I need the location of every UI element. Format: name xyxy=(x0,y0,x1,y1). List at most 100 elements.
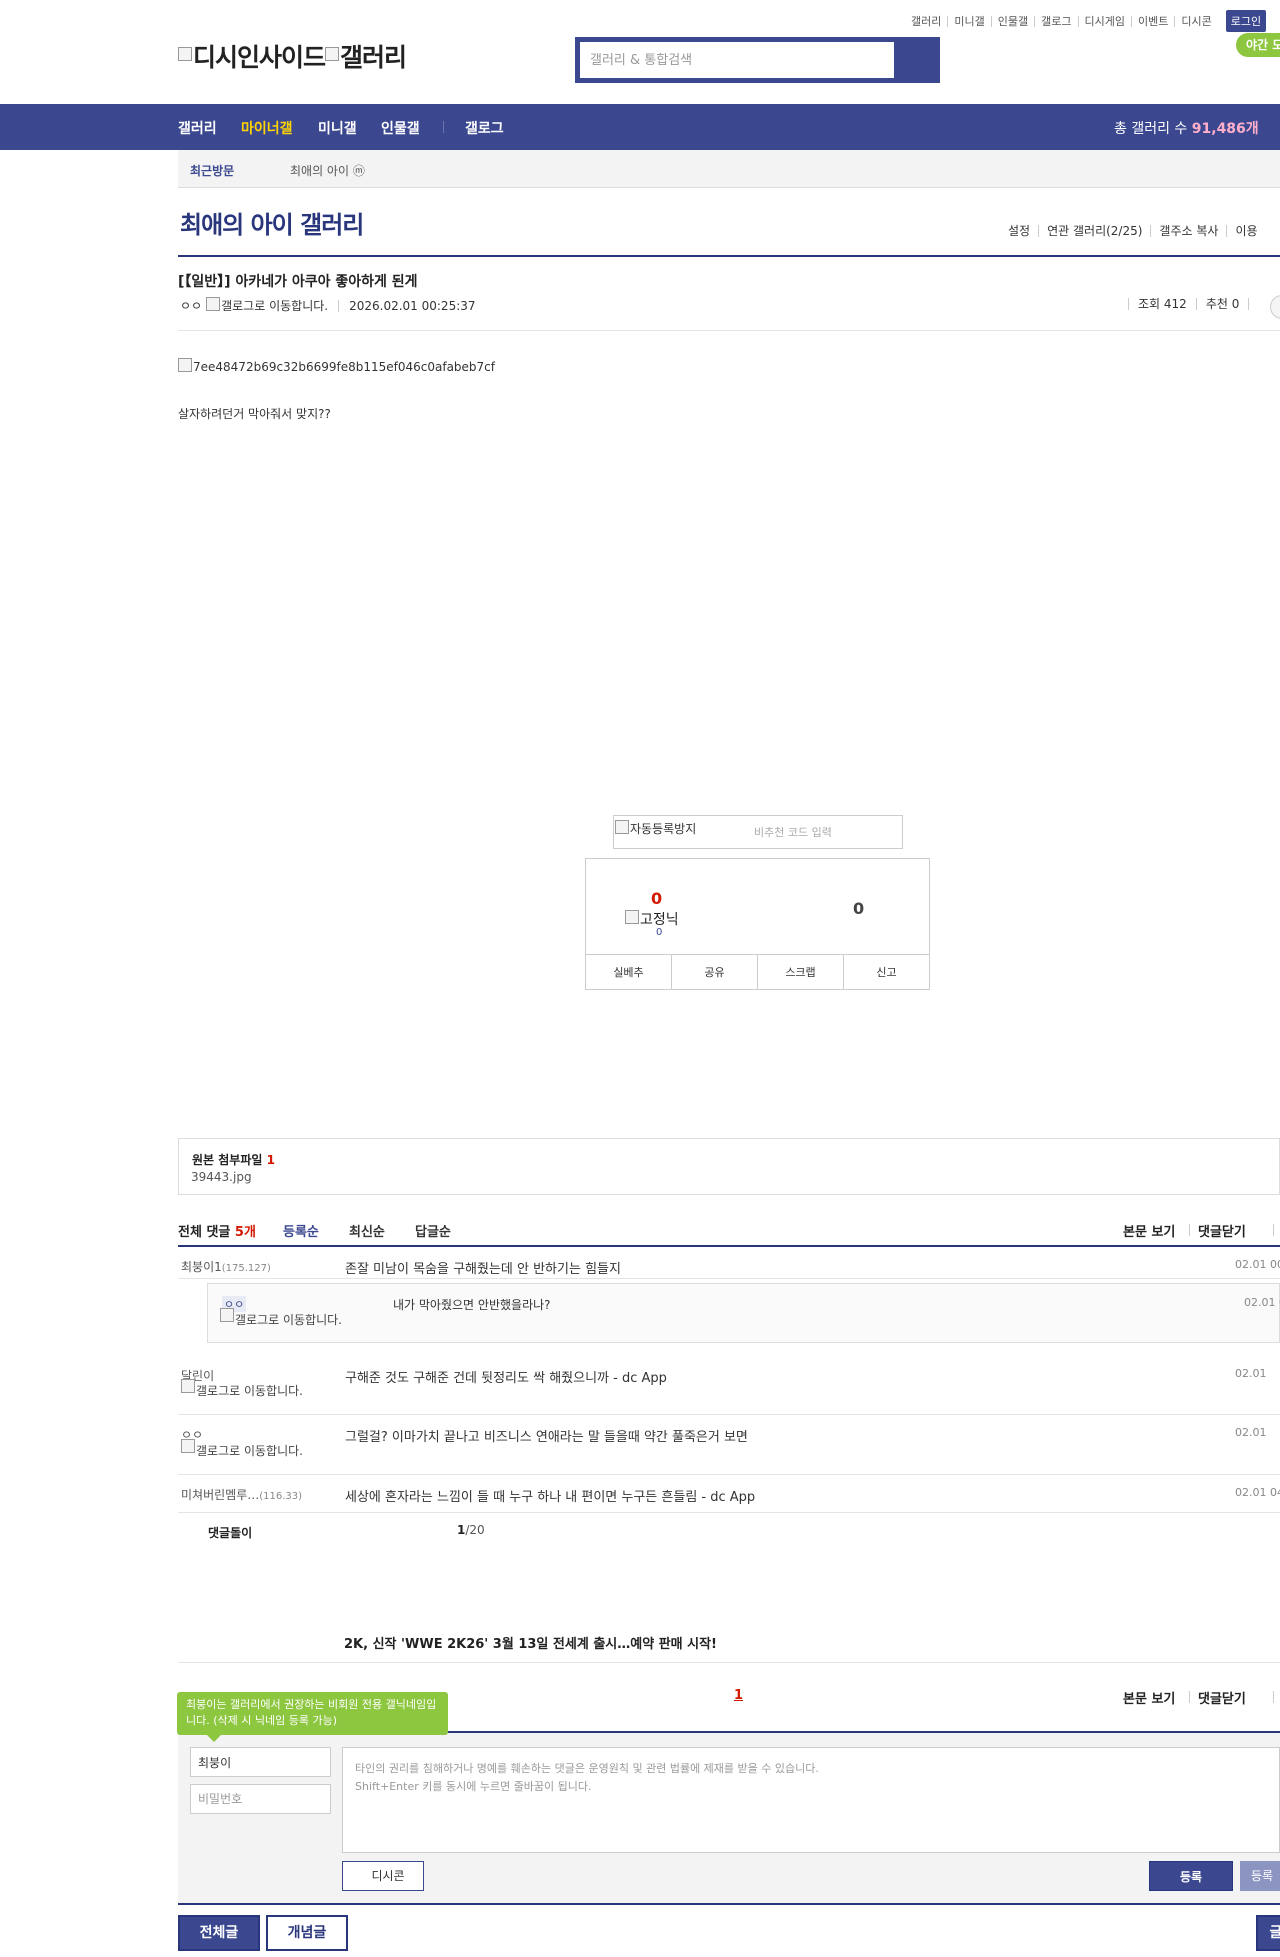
gallery-title[interactable]: 최애의 아이 갤러리 xyxy=(180,205,364,240)
nav-item-minorgall[interactable]: 마이너갤 xyxy=(241,118,293,138)
login-button[interactable]: 로그인 xyxy=(1225,10,1267,32)
attachment-label: 원본 첨부파일 xyxy=(192,1153,263,1167)
post-views: 조회 412 xyxy=(1128,298,1196,310)
usage-link[interactable]: 이용 xyxy=(1226,225,1265,237)
total-value: 91,486개 xyxy=(1191,121,1259,137)
nav-item-gallog[interactable]: 갤로그 xyxy=(465,118,504,138)
comment-row: ㅇㅇ 갤로그로 이동합니다. 그럴걸? 이마가치 끝나고 비즈니스 연애라는 말… xyxy=(178,1415,1280,1475)
post-options-button[interactable] xyxy=(1270,295,1280,319)
search-input[interactable] xyxy=(579,41,895,79)
concept-posts-button[interactable]: 개념글 xyxy=(266,1915,348,1951)
ad-headline[interactable]: 2K, 신작 'WWE 2K26' 3월 13일 전세계 출시…예약 판매 시작… xyxy=(344,1633,717,1652)
util-link-minigall[interactable]: 미니갤 xyxy=(947,15,990,27)
password-input[interactable] xyxy=(190,1784,331,1814)
utility-links: 갤러리 미니갤 인물갤 갤로그 디시게임 이벤트 디시콘 로그인 xyxy=(905,10,1267,32)
captcha-image: 자동등록방지 xyxy=(615,819,697,837)
util-link-event[interactable]: 이벤트 xyxy=(1130,15,1174,27)
comment-row: 달린이 갤로그로 이동합니다. 구해준 것도 구해준 건데 뒷정리도 싹 해줬으… xyxy=(178,1355,1280,1415)
divider xyxy=(178,330,1280,331)
night-mode-toggle[interactable]: 야간 모 xyxy=(1236,33,1280,57)
logo-text-dcinside: 디시인사이드 xyxy=(193,43,326,72)
post-image[interactable]: 7ee48472b69c32b6699fe8b115ef046c0afabeb7… xyxy=(178,358,495,374)
broken-image-icon xyxy=(325,47,340,61)
submit-comment-button[interactable]: 등록 xyxy=(1149,1861,1233,1891)
recent-visit-item[interactable]: 최애의 아이 ⓜ xyxy=(290,162,365,179)
broken-image-icon xyxy=(178,47,192,61)
captcha-image-alt: 자동등록방지 xyxy=(630,822,697,836)
comment-text: 그럴걸? 이마가치 끝나고 비즈니스 연애라는 말 들을때 약간 풀죽은거 보면 xyxy=(345,1430,748,1445)
nav-item-minigall[interactable]: 미니갤 xyxy=(318,118,357,138)
comment-textarea[interactable] xyxy=(342,1747,1280,1853)
write-post-button[interactable]: 글 xyxy=(1256,1915,1280,1951)
captcha-input[interactable] xyxy=(744,819,898,845)
comment-page-1[interactable]: 1 xyxy=(734,1688,743,1703)
gallog-icon xyxy=(220,1308,234,1322)
reply-comment: ㅇㅇ 갤로그로 이동합니다. 내가 막아줬으면 안반했을라나? 02.01 0 xyxy=(207,1283,1280,1343)
util-link-gallery[interactable]: 갤러리 xyxy=(905,16,947,27)
comment-nick[interactable]: 미쳐버린멤루…(116.33) xyxy=(181,1486,302,1503)
recommend-actions: 실베추 공유 스크랩 신고 xyxy=(586,954,929,990)
copy-gallery-address-link[interactable]: 갤주소 복사 xyxy=(1150,225,1226,237)
sort-replies[interactable]: 답글순 xyxy=(415,1221,451,1240)
comment-gallog-link[interactable]: 갤로그로 이동합니다. xyxy=(181,1379,306,1398)
broken-image-icon xyxy=(625,910,639,924)
nickname-input[interactable] xyxy=(190,1747,331,1777)
fixed-nick-recommend: 고정닉 xyxy=(625,909,679,929)
submit-comment-alt-button[interactable]: 등록 xyxy=(1240,1861,1280,1891)
comment-dolgi-label[interactable]: 댓글돌이 xyxy=(208,1524,252,1541)
comment-date: 02.01 00 xyxy=(1235,1258,1280,1271)
sort-registered[interactable]: 등록순 xyxy=(283,1221,319,1240)
close-comments-link[interactable]: 댓글닫기 xyxy=(1198,1221,1246,1240)
util-link-dcgame[interactable]: 디시게임 xyxy=(1077,15,1131,27)
report-button[interactable]: 신고 xyxy=(843,955,929,990)
recommend-up-count[interactable]: 0 xyxy=(651,889,662,908)
comment-dolgi-pager: 1/20 xyxy=(457,1523,485,1537)
util-link-dccon[interactable]: 디시콘 xyxy=(1174,15,1217,27)
gallery-settings-link[interactable]: 설정 xyxy=(1000,225,1038,237)
related-galleries-link[interactable]: 연관 갤러리(2/25) xyxy=(1038,225,1150,237)
main-nav: 갤러리 마이너갤 미니갤 인물갤 갤로그 총 갤러리 수 91,486개 xyxy=(0,104,1280,150)
comment-total-count: 5개 xyxy=(234,1225,256,1240)
comment-ip: (175.127) xyxy=(221,1263,271,1274)
attachment-file-link[interactable]: 39443.jpg xyxy=(191,1170,252,1184)
util-link-gallog[interactable]: 갤로그 xyxy=(1034,15,1077,27)
best-recommend-button[interactable]: 실베추 xyxy=(586,955,671,990)
util-link-persongall[interactable]: 인물갤 xyxy=(990,15,1034,27)
site-logo[interactable]: 디시인사이드 갤러리 xyxy=(178,38,407,74)
gallog-icon[interactable] xyxy=(206,296,221,311)
nickname-tooltip: 최붕이는 갤러리에서 권장하는 비회원 전용 갤닉네임입니다. (삭제 시 닉네… xyxy=(177,1692,448,1742)
all-posts-button[interactable]: 전체글 xyxy=(178,1915,260,1951)
comment-gallog-link[interactable]: 갤로그로 이동합니다. xyxy=(181,1439,306,1457)
header-divider xyxy=(1273,1224,1274,1236)
divider xyxy=(178,1662,1280,1663)
comment-date: 02.01 04 xyxy=(1235,1486,1280,1499)
post-author[interactable]: ㅇㅇ xyxy=(180,297,202,314)
nav-divider xyxy=(443,121,444,133)
comment-write-box: 디시콘 등록 등록 xyxy=(178,1733,1280,1903)
sort-latest[interactable]: 최신순 xyxy=(349,1221,385,1240)
close-comments-link[interactable]: 댓글닫기 xyxy=(1198,1688,1246,1707)
nav-item-persongall[interactable]: 인물갤 xyxy=(381,118,420,138)
dccon-button[interactable]: 디시콘 xyxy=(342,1861,424,1891)
view-body-link[interactable]: 본문 보기 xyxy=(1123,1688,1175,1707)
fixed-nick-alt: 고정닉 xyxy=(640,912,679,928)
captcha-box: 자동등록방지 xyxy=(613,815,903,849)
comment-row: 최붕이1(175.127) 존잘 미남이 목숨을 구해줬는데 안 반하기는 힘들… xyxy=(178,1247,1280,1279)
view-body-link[interactable]: 본문 보기 xyxy=(1123,1221,1175,1240)
comment-gallog-alt: 갤로그로 이동합니다. xyxy=(196,1384,303,1398)
share-button[interactable]: 공유 xyxy=(671,955,757,990)
gallog-icon xyxy=(181,1439,195,1453)
scrap-button[interactable]: 스크랩 xyxy=(757,955,843,990)
nav-item-gallery[interactable]: 갤러리 xyxy=(178,118,217,138)
search-icon[interactable] xyxy=(905,47,931,73)
comment-nick[interactable]: 최붕이1(175.127) xyxy=(181,1258,271,1275)
header-divider xyxy=(1189,1224,1190,1236)
comment-total-label: 전체 댓글 xyxy=(178,1225,231,1240)
reply-gallog-link[interactable]: 갤로그로 이동합니다. xyxy=(220,1308,345,1326)
recommend-down-count[interactable]: 0 xyxy=(853,899,864,918)
post-stat-divider xyxy=(1248,298,1267,310)
post-meta: ㅇㅇ 갤로그로 이동합니다. 2026.02.01 00:25:37 xyxy=(180,296,476,314)
post-recommends: 추천 0 xyxy=(1195,298,1249,310)
comment-nick-text: 미쳐버린멤루… xyxy=(181,1488,260,1502)
reply-date: 02.01 0 xyxy=(1244,1296,1280,1309)
